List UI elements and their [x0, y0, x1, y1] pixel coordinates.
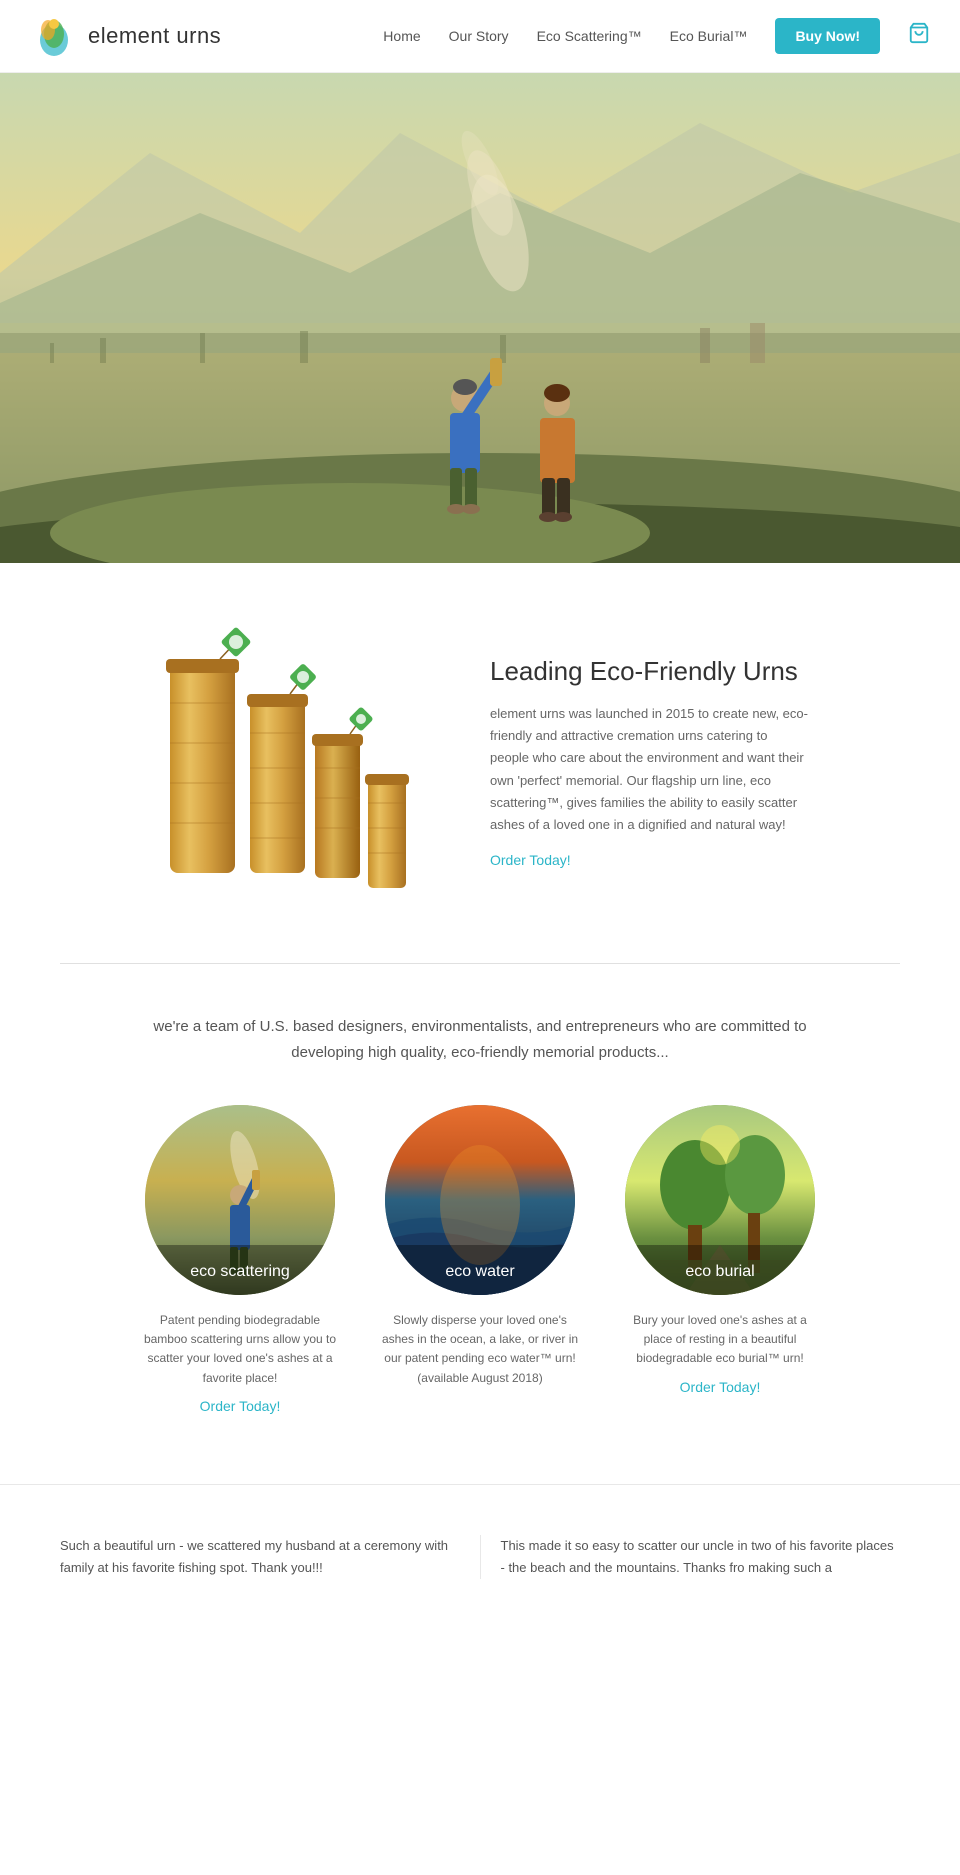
testimonial-1-text: Such a beautiful urn - we scattered my h… — [60, 1535, 460, 1579]
eco-burial-item: eco burial Bury your loved one's ashes a… — [620, 1105, 820, 1414]
product-image-area — [150, 623, 430, 903]
circles-row: eco scattering Patent pending biodegrada… — [40, 1105, 920, 1414]
site-header: element urns Home Our Story Eco Scatteri… — [0, 0, 960, 73]
eco-scattering-image: eco scattering — [145, 1105, 335, 1295]
eco-scattering-order-link[interactable]: Order Today! — [200, 1398, 281, 1414]
logo-text: element urns — [88, 23, 221, 49]
hero-section — [0, 73, 960, 563]
team-tagline: we're a team of U.S. based designers, en… — [120, 1014, 840, 1065]
eco-burial-desc: Bury your loved one's ashes at a place o… — [620, 1311, 820, 1369]
hero-illustration — [0, 73, 960, 563]
nav-our-story[interactable]: Our Story — [449, 28, 509, 44]
nav-eco-burial[interactable]: Eco Burial™ — [670, 28, 748, 44]
testimonials-section: Such a beautiful urn - we scattered my h… — [0, 1484, 960, 1629]
testimonial-2: This made it so easy to scatter our uncl… — [481, 1535, 901, 1579]
eco-burial-order-link[interactable]: Order Today! — [680, 1379, 761, 1395]
eco-water-item: eco water Slowly disperse your loved one… — [380, 1105, 580, 1414]
buy-now-button[interactable]: Buy Now! — [775, 18, 880, 54]
logo-icon — [30, 12, 78, 60]
cart-icon[interactable] — [908, 22, 930, 50]
eco-water-desc: Slowly disperse your loved one's ashes i… — [380, 1311, 580, 1388]
eco-water-label: eco water — [385, 1245, 575, 1295]
product-section: Leading Eco-Friendly Urns element urns w… — [0, 563, 960, 963]
eco-burial-image: eco burial — [625, 1105, 815, 1295]
testimonial-1: Such a beautiful urn - we scattered my h… — [60, 1535, 481, 1579]
logo[interactable]: element urns — [30, 12, 221, 60]
eco-burial-label: eco burial — [625, 1245, 815, 1295]
eco-scattering-desc: Patent pending biodegradable bamboo scat… — [140, 1311, 340, 1388]
testimonial-2-text: This made it so easy to scatter our uncl… — [501, 1535, 901, 1579]
nav-home[interactable]: Home — [383, 28, 420, 44]
product-order-link[interactable]: Order Today! — [490, 852, 571, 868]
main-nav: Home Our Story Eco Scattering™ Eco Buria… — [383, 18, 930, 54]
product-title: Leading Eco-Friendly Urns — [490, 656, 810, 687]
product-text: Leading Eco-Friendly Urns element urns w… — [490, 656, 810, 870]
eco-water-image: eco water — [385, 1105, 575, 1295]
nav-eco-scattering[interactable]: Eco Scattering™ — [537, 28, 642, 44]
eco-scattering-item: eco scattering Patent pending biodegrada… — [140, 1105, 340, 1414]
urns-image — [150, 623, 430, 903]
team-section: we're a team of U.S. based designers, en… — [0, 964, 960, 1484]
product-description: element urns was launched in 2015 to cre… — [490, 703, 810, 836]
eco-scattering-label: eco scattering — [145, 1245, 335, 1295]
